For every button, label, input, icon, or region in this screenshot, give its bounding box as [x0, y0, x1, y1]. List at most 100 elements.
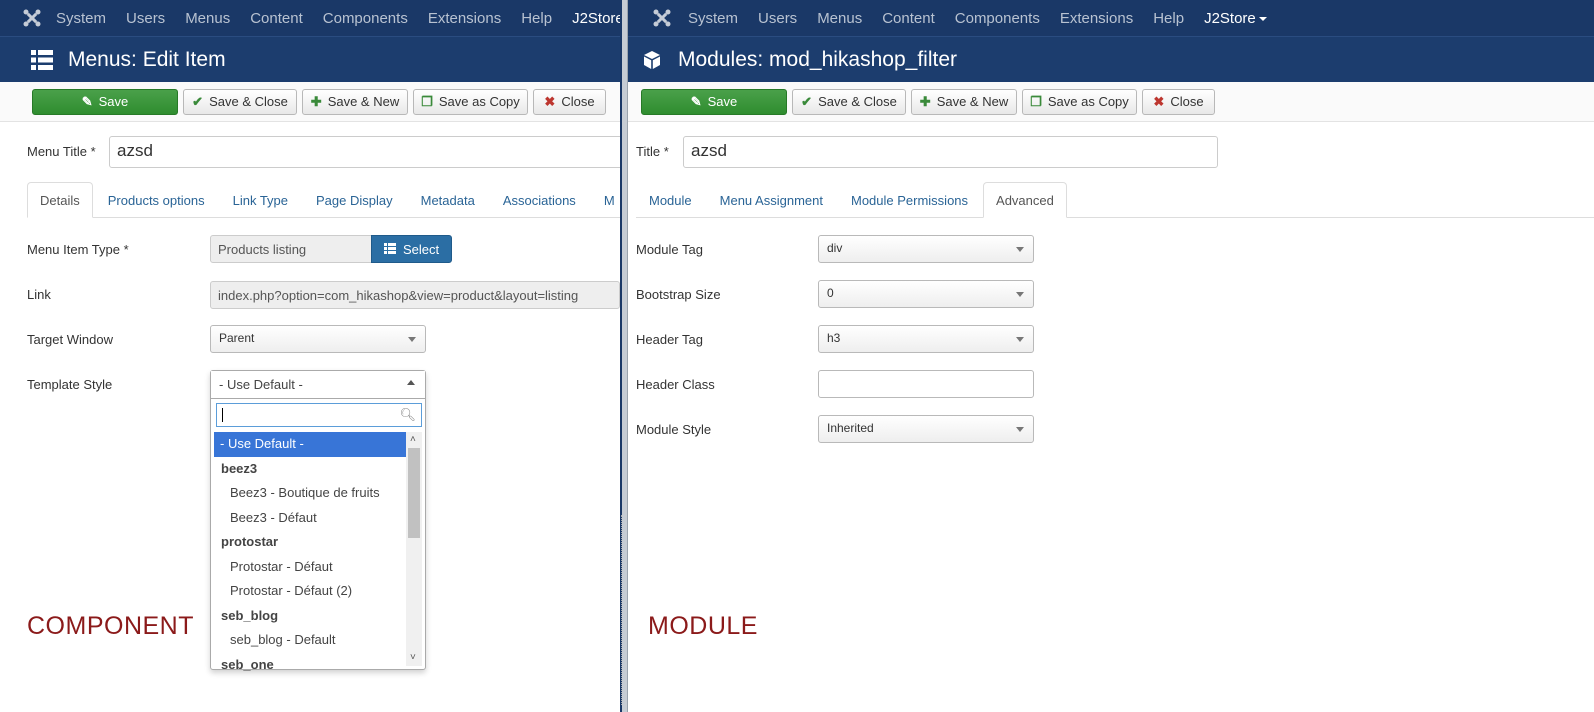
caret-down-icon — [408, 337, 416, 342]
tab-advanced[interactable]: Advanced — [983, 182, 1067, 218]
check-icon: ✔ — [192, 93, 204, 109]
select-type-button[interactable]: Select — [371, 235, 452, 263]
template-style-dropdown[interactable]: - Use Default - 🔍︎ - Use Default - beez3 B… — [210, 370, 426, 672]
caret-down-icon — [1016, 247, 1024, 252]
save-new-button[interactable]: ✚ Save & New — [911, 88, 1017, 115]
dropdown-option[interactable]: - Use Default - — [214, 432, 406, 457]
save-copy-button[interactable]: ❐ Save as Copy — [413, 88, 528, 115]
dropdown-option[interactable]: Protostar - Défaut — [214, 555, 406, 580]
tab-metadata[interactable]: Metadata — [408, 182, 488, 218]
bootstrap-size-label: Bootstrap Size — [636, 287, 721, 302]
nav-users[interactable]: Users — [758, 10, 797, 27]
copy-icon: ❐ — [1030, 93, 1042, 109]
target-window-select[interactable]: Parent — [210, 325, 426, 353]
search-icon: 🔍︎ — [399, 407, 416, 422]
scroll-up-icon[interactable]: ˄ — [410, 434, 418, 445]
tab-menu-assignment[interactable]: Menu Assignment — [707, 182, 836, 218]
save-close-button[interactable]: ✔ Save & Close — [792, 88, 906, 115]
close-button[interactable]: ✖ Close — [1142, 88, 1215, 115]
menu-title-input[interactable]: azsd — [109, 136, 620, 168]
save-button[interactable]: ✎ Save — [32, 88, 178, 115]
caret-down-icon — [1258, 16, 1267, 21]
joomla-icon[interactable] — [22, 6, 42, 30]
component-caption: COMPONENT — [27, 612, 194, 640]
nav-system[interactable]: System — [688, 10, 738, 27]
nav-components[interactable]: Components — [955, 10, 1040, 27]
dropdown-group-label: protostar — [221, 534, 279, 549]
menu-title-label: Menu Title * — [27, 144, 96, 159]
plus-icon: ✚ — [919, 93, 931, 109]
save-button[interactable]: ✎ Save — [641, 88, 787, 115]
menu-item-type-field: Products listing — [210, 235, 372, 263]
save-copy-button[interactable]: ❐ Save as Copy — [1022, 88, 1137, 115]
module-style-label: Module Style — [636, 422, 712, 437]
link-label: Link — [27, 287, 51, 302]
dropdown-search-input[interactable]: 🔍︎ — [216, 403, 422, 427]
check-icon: ✔ — [801, 93, 813, 109]
nav-help[interactable]: Help — [521, 10, 552, 27]
scroll-thumb[interactable] — [408, 448, 420, 538]
nav-menus[interactable]: Menus — [817, 10, 862, 27]
tab-details[interactable]: Details — [27, 182, 93, 218]
dropdown-group-label: seb_blog — [221, 607, 279, 623]
menus-edit-window: System Users Menus Content Components Ex… — [0, 0, 620, 712]
edit-tabs: Module Menu Assignment Module Permission… — [636, 182, 1594, 218]
close-button[interactable]: ✖ Close — [533, 88, 606, 115]
link-field: index.php?option=com_hikashop&view=produ… — [210, 281, 620, 309]
cube-icon — [640, 48, 664, 72]
tab-page-display[interactable]: Page Display — [303, 182, 406, 218]
tab-products-options[interactable]: Products options — [95, 182, 218, 218]
dropdown-scrollbar[interactable]: ˄ ˅ — [406, 432, 422, 666]
page-header: Modules: mod_hikashop_filter — [628, 36, 1594, 82]
bootstrap-size-select[interactable]: 0 — [818, 280, 1034, 308]
nav-content[interactable]: Content — [250, 10, 303, 27]
nav-j2store[interactable]: J2Store — [1204, 10, 1267, 27]
tab-link-type[interactable]: Link Type — [220, 182, 301, 218]
dropdown-option[interactable]: Beez3 - Boutique de fruits — [214, 481, 406, 506]
nav-help[interactable]: Help — [1153, 10, 1184, 27]
header-class-input[interactable] — [818, 370, 1034, 398]
dropdown-option[interactable]: Protostar - Défaut (2) — [214, 579, 406, 604]
edit-icon: ✎ — [690, 93, 702, 109]
nav-users[interactable]: Users — [126, 10, 165, 27]
nav-menus[interactable]: Menus — [185, 10, 230, 27]
tab-more[interactable]: M — [591, 182, 620, 218]
dotted-guide — [621, 515, 622, 705]
scroll-down-icon[interactable]: ˅ — [410, 652, 418, 663]
title-input[interactable]: azsd — [683, 136, 1218, 168]
dropdown-option[interactable]: seb_blog - Default — [214, 628, 406, 653]
list-icon — [384, 242, 396, 257]
target-window-label: Target Window — [27, 332, 113, 347]
list-icon — [30, 48, 54, 72]
nav-system[interactable]: System — [56, 10, 106, 27]
close-circle-icon: ✖ — [1153, 93, 1165, 109]
save-new-button[interactable]: ✚ Save & New — [302, 88, 408, 115]
nav-extensions[interactable]: Extensions — [1060, 10, 1133, 27]
tab-associations[interactable]: Associations — [490, 182, 589, 218]
modules-edit-window: System Users Menus Content Components Ex… — [628, 0, 1594, 712]
page-header: Menus: Edit Item — [0, 36, 620, 82]
header-tag-label: Header Tag — [636, 332, 703, 347]
close-circle-icon: ✖ — [544, 93, 556, 109]
dropdown-option[interactable]: Beez3 - Défaut — [214, 506, 406, 531]
module-tag-label: Module Tag — [636, 242, 703, 257]
nav-extensions[interactable]: Extensions — [428, 10, 501, 27]
tab-module[interactable]: Module — [636, 182, 705, 218]
tab-module-permissions[interactable]: Module Permissions — [838, 182, 981, 218]
action-toolbar: ✎ Save ✔ Save & Close ✚ Save & New ❐ Sav… — [628, 82, 1594, 122]
nav-content[interactable]: Content — [882, 10, 935, 27]
joomla-icon[interactable] — [650, 6, 674, 30]
header-tag-select[interactable]: h3 — [818, 325, 1034, 353]
copy-icon: ❐ — [421, 93, 433, 109]
dropdown-group-label: seb_one — [221, 656, 274, 672]
nav-j2store[interactable]: J2Store — [572, 10, 620, 27]
save-close-button[interactable]: ✔ Save & Close — [183, 88, 297, 115]
nav-components[interactable]: Components — [323, 10, 408, 27]
module-style-select[interactable]: Inherited — [818, 415, 1034, 443]
module-tag-select[interactable]: div — [818, 235, 1034, 263]
caret-down-icon — [1016, 292, 1024, 297]
menu-item-type-label: Menu Item Type * — [27, 242, 129, 257]
title-label: Title * — [636, 144, 669, 159]
template-style-select[interactable]: - Use Default - — [211, 371, 425, 399]
template-style-label: Template Style — [27, 377, 113, 392]
